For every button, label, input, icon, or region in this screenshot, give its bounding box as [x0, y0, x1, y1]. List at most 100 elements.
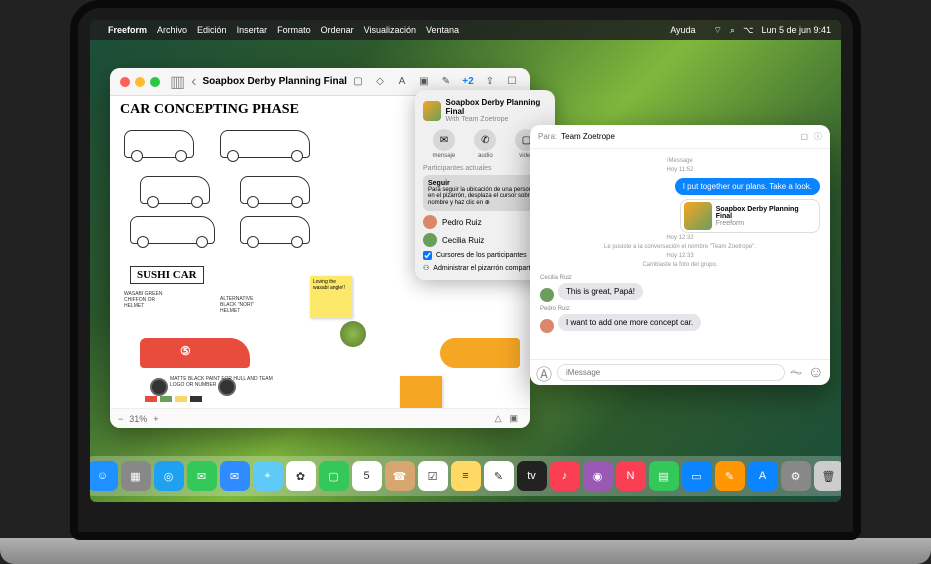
audio-message-icon[interactable]: ⏦	[790, 364, 803, 382]
tool-text-icon[interactable]: A	[394, 75, 410, 89]
dock-safari[interactable]: ◎	[154, 461, 184, 491]
car-sketch-5[interactable]	[130, 216, 215, 244]
tool-media-icon[interactable]: ▣	[416, 75, 432, 89]
car-sketch-3[interactable]	[140, 176, 210, 204]
sidebar-toggle-icon[interactable]: ▥	[170, 72, 185, 92]
collaborators-badge[interactable]: +2	[460, 75, 476, 89]
dock-podcasts[interactable]: ◉	[583, 461, 613, 491]
to-value[interactable]: Team Zoetrope	[561, 132, 615, 141]
annotation-nori: ALTERNATIVE BLACK "NORI" HELMET	[220, 296, 270, 314]
tool-shape-icon[interactable]: ◇	[372, 75, 388, 89]
info-icon[interactable]: ⓘ	[814, 131, 822, 142]
close-button[interactable]	[120, 77, 130, 87]
zoom-button[interactable]	[150, 77, 160, 87]
menubar-datetime[interactable]: Lun 5 de jun 9:41	[761, 25, 831, 35]
dock-pages[interactable]: ✎	[715, 461, 745, 491]
emoji-icon[interactable]: ☺	[808, 364, 824, 382]
dock-music[interactable]: ♪	[550, 461, 580, 491]
cursors-checkbox[interactable]	[423, 251, 432, 260]
sender-avatar-1	[540, 288, 554, 302]
dock-reminders[interactable]: ☑	[418, 461, 448, 491]
popover-title: Soapbox Derby Planning Final	[446, 98, 547, 116]
minimize-button[interactable]	[135, 77, 145, 87]
menu-visualizacion[interactable]: Visualización	[364, 25, 416, 35]
menu-formato[interactable]: Formato	[277, 25, 311, 35]
message-in-2[interactable]: I want to add one more concept car.	[558, 314, 701, 331]
dock-contacts[interactable]: ☎	[385, 461, 415, 491]
follow-body: Para seguir la ubicación de una persona …	[428, 187, 541, 206]
zoom-value[interactable]: 31%	[129, 414, 147, 424]
canvas-tool-icon-2[interactable]: ▣	[509, 413, 518, 424]
messages-thread[interactable]: iMessage Hoy 11:52 I put together our pl…	[530, 149, 830, 359]
attachment-card[interactable]: Soapbox Derby Planning Final Freeform	[680, 199, 820, 233]
car-sketch-1[interactable]	[124, 130, 194, 158]
control-center-icon[interactable]: ⌥	[743, 25, 753, 36]
dock-freeform[interactable]: ✎	[484, 461, 514, 491]
menu-ordenar[interactable]: Ordenar	[321, 25, 354, 35]
orange-car-illustration[interactable]	[440, 338, 520, 368]
dock-appstore[interactable]: A	[748, 461, 778, 491]
dock-photos[interactable]: ✿	[286, 461, 316, 491]
dock-numbers[interactable]: ▤	[649, 461, 679, 491]
sticky-note-1[interactable]: Loving the wasabi angle!!	[310, 276, 352, 318]
sushi-car-label[interactable]: SUSHI CAR	[130, 266, 204, 284]
dock-facetime[interactable]: ▢	[319, 461, 349, 491]
dock-launchpad[interactable]: ▦	[121, 461, 151, 491]
message-in-1[interactable]: This is great, Papá!	[558, 283, 643, 300]
manage-shared-row[interactable]: ⚇ Administrar el pizarrón compartido	[423, 264, 547, 272]
more-icon[interactable]: ☐	[504, 75, 520, 89]
dock-messages[interactable]: ✉	[187, 461, 217, 491]
thread-meta-1a: iMessage	[540, 158, 820, 164]
color-swatches[interactable]	[145, 396, 202, 402]
share-icon[interactable]: ⇪	[482, 75, 498, 89]
sticky-note-2[interactable]	[400, 376, 442, 408]
freeform-title: Soapbox Derby Planning Final	[202, 76, 350, 87]
participant-name-2: Cecilia Ruiz	[442, 236, 484, 245]
red-car-illustration[interactable]: ⑤	[140, 338, 260, 388]
dock-tv[interactable]: tv	[517, 461, 547, 491]
attachment-subtitle: Freeform	[716, 220, 816, 227]
dock-notes[interactable]: ≡	[451, 461, 481, 491]
follow-hint-box: Seguir Para seguir la ubicación de una p…	[423, 175, 547, 211]
participant-row-1[interactable]: Pedro Ruiz	[423, 215, 547, 229]
car-sketch-4[interactable]	[240, 176, 310, 204]
spotlight-icon[interactable]: ⌕	[730, 25, 735, 36]
dock-keynote[interactable]: ▭	[682, 461, 712, 491]
thread-meta-2b: Le pusiste a la conversación el nombre "…	[540, 244, 820, 250]
wasabi-ball-image[interactable]	[340, 321, 366, 347]
facetime-video-icon[interactable]: ▢	[800, 132, 808, 141]
wifi-icon[interactable]: ⌔	[714, 25, 722, 36]
dock-mail[interactable]: ✉	[220, 461, 250, 491]
menu-ventana[interactable]: Ventana	[426, 25, 459, 35]
car-sketch-2[interactable]	[220, 130, 310, 158]
car-sketch-6[interactable]	[240, 216, 310, 244]
zoom-in-button[interactable]: +	[153, 414, 158, 424]
tool-note-icon[interactable]: ▢	[350, 75, 366, 89]
participant-name-1: Pedro Ruiz	[442, 218, 482, 227]
thread-meta-3a: Hoy 12:33	[540, 253, 820, 259]
menu-edicion[interactable]: Edición	[197, 25, 227, 35]
dock-calendar[interactable]: 5	[352, 461, 382, 491]
back-icon[interactable]: ‹	[191, 73, 196, 91]
dock-finder[interactable]: ☺	[90, 461, 118, 491]
apps-icon[interactable]: Ⓐ	[536, 361, 552, 385]
message-action-button[interactable]: ✉	[433, 129, 455, 151]
dock-maps[interactable]: ⌖	[253, 461, 283, 491]
message-out-1[interactable]: I put together our plans. Take a look.	[675, 178, 820, 195]
participant-row-2[interactable]: Cecilia Ruiz	[423, 233, 547, 247]
zoom-out-button[interactable]: −	[118, 414, 123, 424]
message-input[interactable]	[557, 364, 785, 381]
audio-action-button[interactable]: ✆	[474, 129, 496, 151]
menu-insertar[interactable]: Insertar	[237, 25, 268, 35]
dock-news[interactable]: N	[616, 461, 646, 491]
menu-ayuda[interactable]: Ayuda	[670, 25, 695, 35]
dock-trash[interactable]: 🗑	[814, 461, 842, 491]
cursors-checkbox-row[interactable]: Cursores de los participantes	[423, 251, 547, 260]
dock-settings[interactable]: ⚙	[781, 461, 811, 491]
menubar-app-name[interactable]: Freeform	[108, 25, 147, 35]
canvas-tool-icon-1[interactable]: △	[495, 413, 502, 424]
participant-avatar-1	[423, 215, 437, 229]
menu-archivo[interactable]: Archivo	[157, 25, 187, 35]
messages-input-bar: Ⓐ ⏦ ☺	[530, 359, 830, 385]
tool-pen-icon[interactable]: ✎	[438, 75, 454, 89]
